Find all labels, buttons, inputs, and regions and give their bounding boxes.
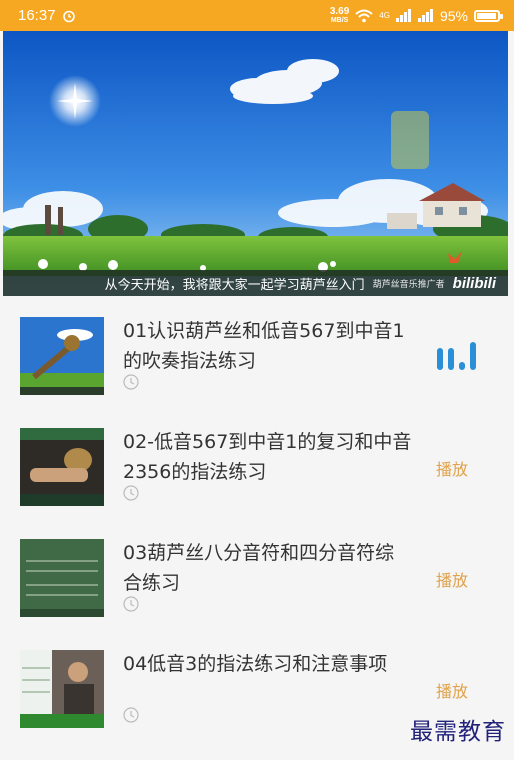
video-frame xyxy=(3,31,508,296)
battery-icon xyxy=(474,9,503,22)
network-speed: 3.69 MB/S xyxy=(329,5,350,25)
lesson-thumbnail xyxy=(20,317,104,395)
play-button[interactable]: 播放 xyxy=(436,456,468,480)
signal-icon-2 xyxy=(417,9,433,22)
lesson-item[interactable]: 02-低音567到中音1的复习和中音2356的指法练习 播放 xyxy=(0,407,514,518)
signal-icon xyxy=(395,9,411,22)
lesson-thumbnail xyxy=(20,650,104,728)
play-button[interactable]: 播放 xyxy=(436,567,468,591)
video-subtitle-bar: 从今天开始，我将跟大家一起学习葫芦丝入门 葫芦丝音乐推广者 bilibili xyxy=(3,270,508,296)
lesson-item[interactable]: 01认识葫芦丝和低音567到中音1的吹奏指法练习 xyxy=(0,296,514,407)
video-promo-text: 葫芦丝音乐推广者 xyxy=(372,279,445,290)
watermark: 最需教育 xyxy=(410,719,506,745)
clock-icon xyxy=(123,707,139,723)
lesson-item[interactable]: 03葫芦丝八分音符和四分音符综合练习 播放 xyxy=(0,518,514,629)
video-subtitle: 从今天开始，我将跟大家一起学习葫芦丝入门 xyxy=(104,277,365,293)
bilibili-logo: bilibili xyxy=(452,274,496,292)
lesson-thumbnail xyxy=(20,428,104,506)
clock-icon xyxy=(123,485,139,501)
alarm-icon xyxy=(62,10,75,22)
play-button[interactable]: 播放 xyxy=(436,678,468,702)
now-playing-icon[interactable] xyxy=(437,340,479,372)
lesson-title: 01认识葫芦丝和低音567到中音1的吹奏指法练习 xyxy=(123,320,405,372)
lesson-thumbnail xyxy=(20,539,104,617)
clock-icon xyxy=(123,596,139,612)
lesson-title: 04低音3的指法练习和注意事项 xyxy=(123,653,388,675)
lesson-title: 03葫芦丝八分音符和四分音符综合练习 xyxy=(123,542,395,594)
network-speed-unit: MB/S xyxy=(330,16,349,24)
status-bar: 16:37 3.69 MB/S 4G 95% xyxy=(0,0,514,31)
battery-percent: 95% xyxy=(439,7,468,24)
network-type-label: 4G xyxy=(379,11,390,20)
battery-level xyxy=(477,12,496,19)
status-time: 16:37 xyxy=(18,7,56,24)
lesson-title: 02-低音567到中音1的复习和中音2356的指法练习 xyxy=(123,431,412,483)
lesson-list: 01认识葫芦丝和低音567到中音1的吹奏指法练习 02-低音567到中音1的复习… xyxy=(0,296,514,760)
wifi-icon xyxy=(355,9,373,22)
network-speed-value: 3.69 xyxy=(329,5,350,17)
video-player[interactable]: 从今天开始，我将跟大家一起学习葫芦丝入门 葫芦丝音乐推广者 bilibili xyxy=(3,31,508,296)
clock-icon xyxy=(123,374,139,390)
